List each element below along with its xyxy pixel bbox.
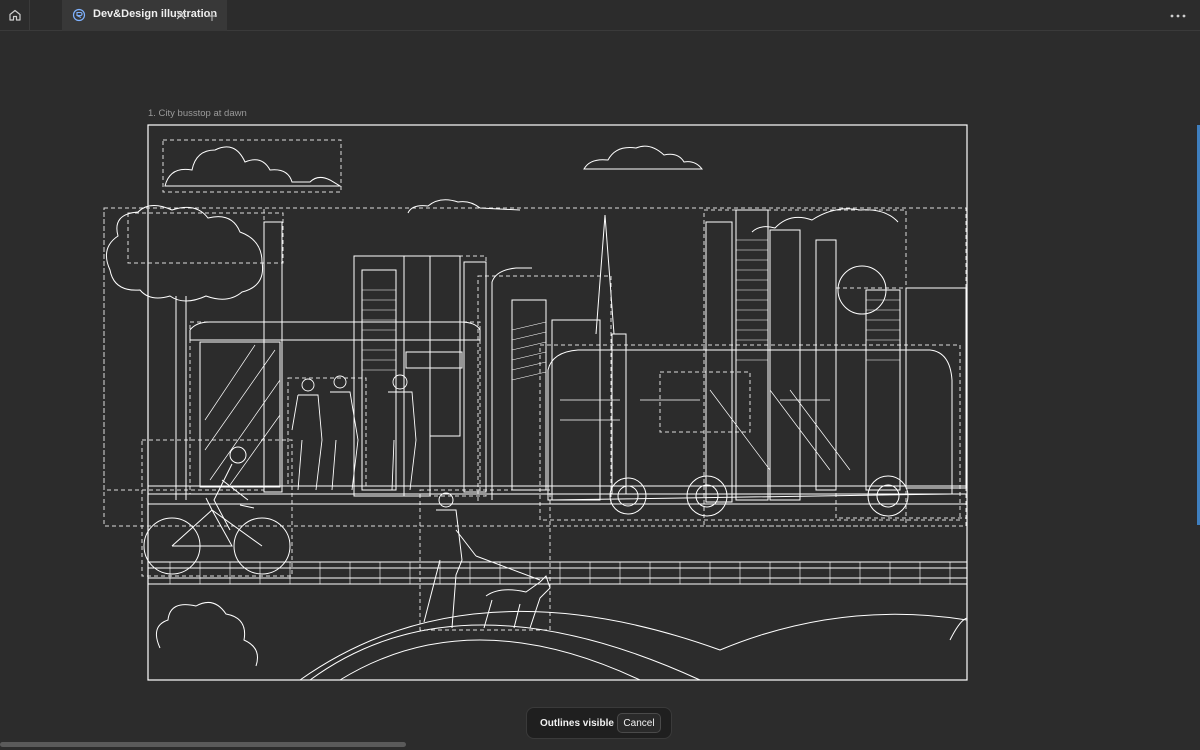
bus-shelter-panel bbox=[199, 341, 281, 488]
cloud-top-left bbox=[164, 146, 342, 187]
cloud-top-center bbox=[583, 145, 704, 170]
tree-canopy bbox=[105, 205, 264, 302]
outline-mode-toolbar: Outlines visible Cancel bbox=[526, 707, 672, 739]
city-busstop-illustration[interactable] bbox=[0, 0, 1200, 750]
cancel-button[interactable]: Cancel bbox=[617, 713, 661, 733]
bus-wheel-middle bbox=[686, 475, 728, 517]
frame-outline bbox=[147, 124, 968, 681]
outlines-status: Outlines visible bbox=[540, 718, 614, 729]
foreground-arc bbox=[299, 611, 968, 681]
road-ticks bbox=[169, 562, 951, 584]
bus-wheel-rear bbox=[867, 475, 909, 517]
horizontal-scrollbar[interactable] bbox=[0, 742, 406, 747]
selection-outlines bbox=[103, 139, 967, 631]
bus-wheel-front bbox=[609, 477, 647, 515]
bus-shelter-roof bbox=[189, 321, 481, 341]
tree-trunk bbox=[175, 296, 187, 500]
person-walking-dog bbox=[423, 492, 551, 629]
cloud-mid-right bbox=[751, 208, 899, 233]
ticket-machine bbox=[405, 351, 463, 369]
cloud-mid-left bbox=[407, 199, 521, 214]
bicycle-rider bbox=[143, 446, 291, 575]
sidewalk-curb bbox=[147, 485, 968, 505]
foreground-hill-left bbox=[155, 601, 258, 667]
